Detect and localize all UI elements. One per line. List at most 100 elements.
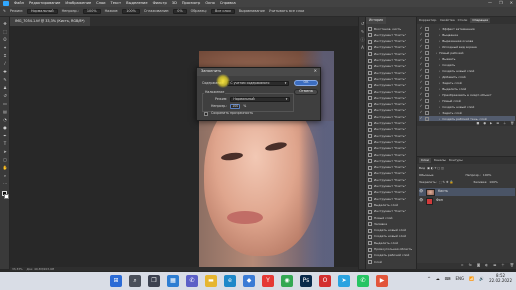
expand-arrow-icon[interactable]: › (439, 105, 440, 109)
history-item[interactable]: Инструмент "Кисть" (368, 32, 415, 38)
minimize-icon[interactable]: — (488, 1, 492, 5)
filter-icons[interactable]: ▣ ◐ T ▢ ◫ (427, 167, 444, 170)
lasso-tool-icon[interactable]: ʘ (2, 37, 8, 42)
check-icon[interactable]: ✓ (419, 57, 423, 61)
expand-arrow-icon[interactable]: › (439, 45, 440, 49)
cancel-button[interactable]: Отмена (294, 89, 318, 95)
dialog-toggle-icon[interactable] (425, 69, 429, 73)
blend-mode-select[interactable]: Нормальный ▾ (230, 97, 291, 102)
history-item[interactable]: Инструмент "Кисть" (368, 114, 415, 120)
expand-arrow-icon[interactable]: › (439, 93, 440, 97)
expand-arrow-icon[interactable]: › (439, 33, 440, 37)
blur-tool-icon[interactable]: ◔ (2, 117, 8, 122)
healing-tool-icon[interactable]: ✚ (2, 69, 8, 74)
widgets-icon[interactable]: ▦ (167, 275, 179, 287)
content-select[interactable]: С учетом содержимого ▾ (227, 81, 290, 86)
move-tool-icon[interactable]: ✥ (2, 21, 8, 26)
tray-overflow-icon[interactable]: ^ (427, 276, 430, 281)
dialog-toggle-icon[interactable] (425, 33, 429, 37)
edge-icon[interactable]: e (224, 275, 236, 287)
check-icon[interactable]: ✓ (419, 81, 423, 85)
history-item[interactable]: Инструмент "Кисть" (368, 64, 415, 70)
folder-icon[interactable]: ▬ (496, 122, 499, 125)
check-icon[interactable]: ✓ (419, 105, 423, 109)
options-auto-label[interactable]: Учитывать все слои (269, 9, 304, 13)
crop-tool-icon[interactable]: ⌗ (2, 53, 8, 58)
marquee-tool-icon[interactable]: ⬚ (2, 29, 8, 34)
trash-icon[interactable]: 🗑 (510, 263, 514, 267)
shape-tool-icon[interactable]: ▢ (2, 157, 8, 162)
dialog-toggle-icon[interactable] (425, 39, 429, 43)
history-item[interactable]: Инструмент "Кисть" (368, 165, 415, 171)
preserve-transparency-label[interactable]: Сохранить прозрачность (211, 112, 253, 115)
history-item[interactable]: Инструмент "Кисть" (368, 70, 415, 76)
check-icon[interactable]: ✓ (419, 99, 423, 103)
check-icon[interactable]: ✓ (419, 51, 423, 55)
search-icon[interactable]: ⌕ (129, 275, 141, 287)
history-item[interactable]: Инструмент "Кисть" (368, 209, 415, 215)
dialog-toggle-icon[interactable] (425, 51, 429, 55)
dodge-tool-icon[interactable]: ● (2, 125, 8, 130)
menu-image[interactable]: Изображение (65, 1, 91, 6)
new-action-icon[interactable]: ＋ (503, 122, 506, 125)
layer-mode-select[interactable]: Обычные (419, 174, 434, 177)
maximize-icon[interactable]: ❐ (499, 1, 503, 5)
record-icon[interactable]: ● (483, 122, 486, 125)
eye-icon[interactable]: 👁 (419, 189, 423, 193)
tab-styles[interactable]: Стили (458, 19, 468, 22)
expand-arrow-icon[interactable]: › (439, 27, 440, 31)
check-icon[interactable]: ✓ (419, 111, 423, 115)
options-opacity-field[interactable]: 100% (82, 9, 101, 14)
history-item[interactable]: Инструмент "Кисть" (368, 196, 415, 202)
language-indicator[interactable]: ENG (456, 276, 465, 281)
expand-arrow-icon[interactable]: › (436, 51, 437, 55)
history-item[interactable]: Новый слой (368, 215, 415, 221)
history-item[interactable]: Инструмент "Кисть" (368, 83, 415, 89)
check-icon[interactable]: ✓ (419, 27, 423, 31)
play-icon[interactable]: ▶ (490, 122, 492, 125)
opera-icon[interactable]: O (319, 275, 331, 287)
history-item[interactable]: Создать рабочий слой (368, 253, 415, 259)
options-flow-field[interactable]: 100% (122, 9, 140, 14)
check-icon[interactable]: ✓ (419, 39, 423, 43)
dialog-toggle-icon[interactable] (425, 45, 429, 49)
history-item[interactable]: Инструмент "Кисть" (368, 45, 415, 51)
history-item[interactable]: Инструмент "Кисть" (368, 76, 415, 82)
options-mode-select[interactable]: Нормальный (26, 9, 58, 14)
layer-row-background[interactable]: 👁 Фон (419, 197, 515, 205)
close-icon[interactable]: ✕ (510, 1, 513, 5)
stop-icon[interactable]: ■ (477, 122, 480, 125)
options-aligned-label[interactable]: Выравнивание (239, 9, 265, 13)
expand-arrow-icon[interactable]: › (439, 75, 440, 79)
tab-layers[interactable]: Слои (419, 158, 431, 163)
expand-arrow-icon[interactable]: › (439, 57, 440, 61)
options-smoothing-field[interactable]: 0% (173, 9, 187, 14)
expand-arrow-icon[interactable]: › (439, 87, 440, 91)
hand-tool-icon[interactable]: ✋ (2, 165, 8, 170)
history-item[interactable]: Инструмент "Кисть" (368, 58, 415, 64)
check-icon[interactable]: ✓ (419, 69, 423, 73)
layer-kind-label[interactable]: Вид (419, 167, 425, 170)
history-item[interactable]: Создать новый слой (368, 234, 415, 240)
eraser-tool-icon[interactable]: ▭ (2, 101, 8, 106)
history-item[interactable]: Создать новый слой (368, 228, 415, 234)
zoom-tool-icon[interactable]: ⌕ (2, 173, 8, 178)
history-item[interactable]: Выделить слой (368, 202, 415, 208)
whatsapp-icon[interactable]: ✆ (357, 275, 369, 287)
type-tool-icon[interactable]: T (2, 141, 8, 146)
history-item[interactable]: Инструмент "Кисть" (368, 177, 415, 183)
group-icon[interactable]: ▬ (493, 263, 496, 267)
dialog-toggle-icon[interactable] (425, 75, 429, 79)
expand-arrow-icon[interactable]: › (439, 69, 440, 73)
expand-arrow-icon[interactable]: › (439, 63, 440, 67)
expand-arrow-icon[interactable]: › (439, 99, 440, 103)
tab-channels[interactable]: Каналы (434, 159, 446, 162)
dialog-toggle-icon[interactable] (425, 81, 429, 85)
history-item[interactable]: Восстанов. кисть (368, 26, 415, 32)
adjustment-icon[interactable]: ◐ (485, 263, 488, 267)
volume-icon[interactable]: 🔊 (479, 276, 484, 281)
history-item[interactable]: Заливка (368, 221, 415, 227)
trash-icon[interactable]: 🗑 (510, 122, 514, 125)
menu-file[interactable]: Файл (14, 1, 24, 6)
brush-tool-icon[interactable]: ✎ (3, 9, 6, 13)
